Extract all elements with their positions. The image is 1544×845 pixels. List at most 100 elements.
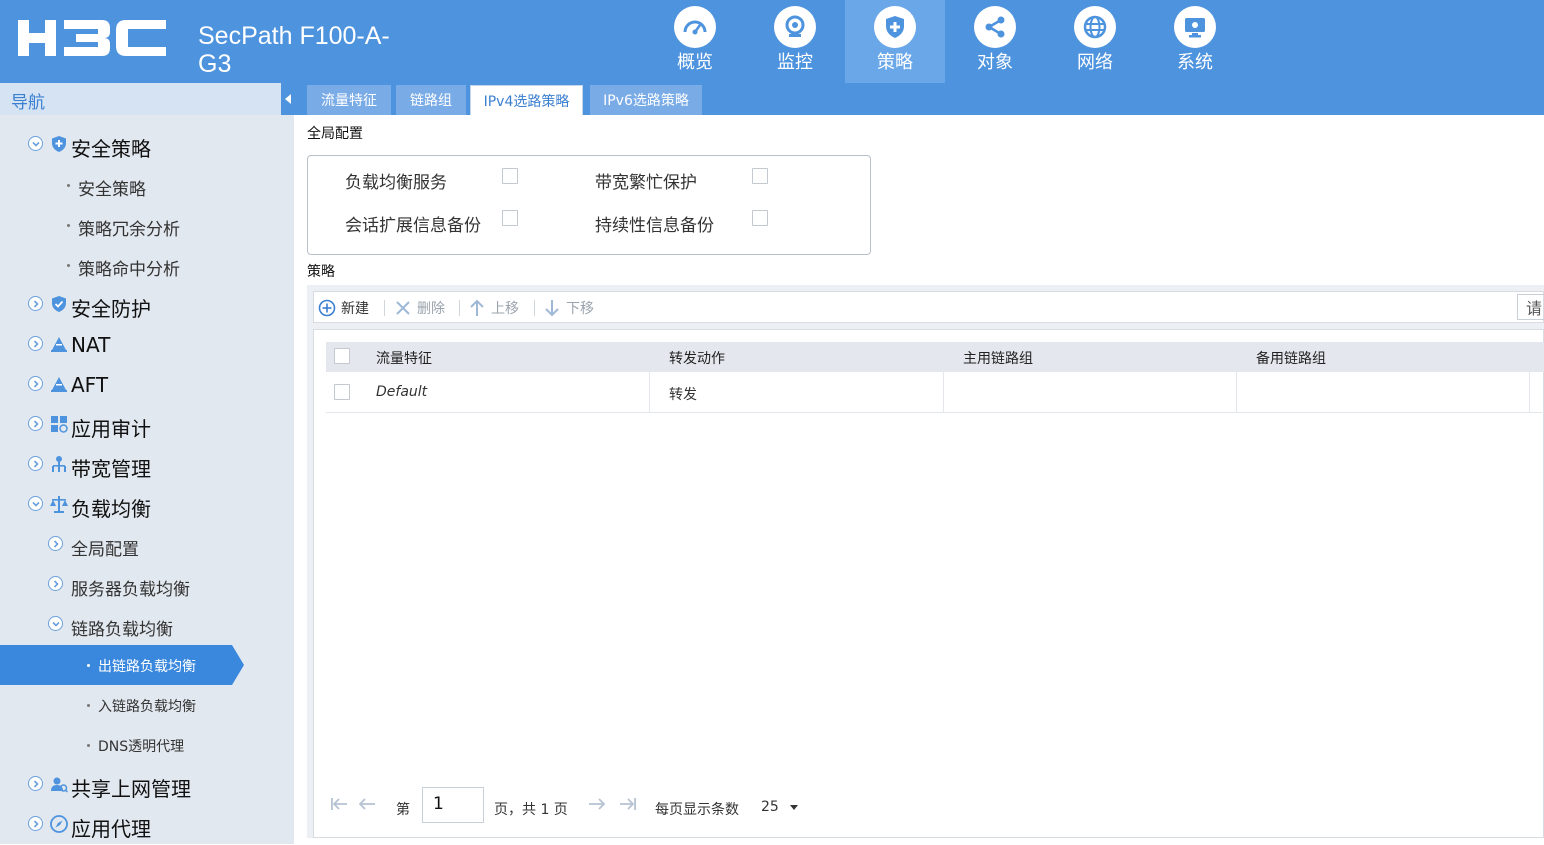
bullet-dot-icon — [87, 664, 90, 667]
sidebar-item-outbound-link-lb[interactable]: 出链路负载均衡 — [0, 645, 294, 685]
select-all-checkbox[interactable] — [334, 348, 350, 364]
sidebar-item-security-policy[interactable]: 安全策略 — [0, 165, 294, 205]
bullet-dot-icon — [67, 264, 70, 267]
top-nav-label: 对象 — [977, 52, 1013, 73]
sidebar-item-security-protection[interactable]: 安全防护 — [0, 285, 294, 325]
top-nav-monitor[interactable]: 监控 — [745, 0, 845, 83]
column-header-primary-link-group[interactable]: 主用链路组 — [963, 348, 1033, 368]
expand-toggle-icon[interactable] — [28, 456, 43, 471]
sidebar-item-application-audit[interactable]: 应用审计 — [0, 405, 294, 445]
last-page-icon[interactable] — [619, 797, 637, 811]
sidebar-item-label: 应用代理 — [71, 817, 151, 841]
shield-icon — [874, 6, 916, 48]
sidebar-item-label: 安全策略 — [71, 137, 151, 161]
sidebar-item-inbound-link-lb[interactable]: 入链路负载均衡 — [0, 685, 294, 725]
top-nav-label: 概览 — [677, 52, 713, 73]
top-nav-object[interactable]: 对象 — [945, 0, 1045, 83]
load-balancing-service-checkbox[interactable] — [502, 168, 518, 184]
sidebar-item-label: 安全策略 — [78, 180, 146, 200]
sidebar-collapse-button[interactable] — [281, 83, 294, 115]
top-nav-policy[interactable]: 策略 — [845, 0, 945, 83]
h3c-logo[interactable] — [18, 18, 168, 62]
tab-traffic-feature[interactable]: 流量特征 — [307, 85, 391, 115]
sidebar-item-label: 策略冗余分析 — [78, 220, 180, 240]
sidebar-item-aft[interactable]: AFT — [0, 365, 294, 405]
column-header-traffic-feature[interactable]: 流量特征 — [376, 348, 432, 368]
cell-traffic-feature: Default — [376, 384, 428, 400]
sidebar-title: 导航 — [11, 93, 45, 113]
persistence-backup-checkbox[interactable] — [752, 210, 768, 226]
move-up-button[interactable]: 上移 — [468, 298, 519, 318]
expand-toggle-icon[interactable] — [28, 296, 43, 311]
session-extension-backup-label: 会话扩展信息备份 — [345, 216, 481, 236]
tab-ipv6-routing-policy[interactable]: IPv6选路策略 — [590, 85, 702, 115]
expand-toggle-icon[interactable] — [28, 816, 43, 831]
tab-ipv4-routing-policy[interactable]: IPv4选路策略 — [470, 85, 583, 115]
sidebar-item-server-load-balancing[interactable]: 服务器负载均衡 — [0, 565, 294, 605]
expand-toggle-icon[interactable] — [28, 336, 43, 351]
top-nav-overview[interactable]: 概览 — [645, 0, 745, 83]
sidebar-header: 导航 — [0, 83, 294, 115]
expand-toggle-icon[interactable] — [48, 536, 63, 551]
expand-toggle-icon[interactable] — [48, 576, 63, 591]
chevron-left-icon — [284, 94, 291, 104]
caret-down-icon[interactable] — [790, 805, 798, 811]
sidebar-item-nat[interactable]: NAT — [0, 325, 294, 365]
sidebar-item-global-config[interactable]: 全局配置 — [0, 525, 294, 565]
collapse-toggle-icon[interactable] — [28, 136, 43, 151]
per-page-select[interactable]: 25 — [761, 799, 779, 815]
top-nav-system[interactable]: 系统 — [1145, 0, 1245, 83]
sidebar-item-shared-internet-management[interactable]: 共享上网管理 — [0, 765, 294, 805]
page-total-label: 页，共 1 页 — [494, 802, 568, 818]
search-input[interactable]: 请 — [1517, 294, 1544, 320]
bullet-dot-icon — [67, 184, 70, 187]
top-nav-label: 系统 — [1177, 52, 1213, 73]
global-config-box: 负载均衡服务 带宽繁忙保护 会话扩展信息备份 持续性信息备份 — [307, 155, 871, 255]
sidebar-item-label: 应用审计 — [71, 417, 151, 441]
collapse-toggle-icon[interactable] — [48, 616, 63, 631]
tab-link-group[interactable]: 链路组 — [396, 85, 466, 115]
move-down-button[interactable]: 下移 — [543, 298, 594, 318]
top-nav-network[interactable]: 网络 — [1045, 0, 1145, 83]
column-header-backup-link-group[interactable]: 备用链路组 — [1256, 348, 1326, 368]
sidebar-item-security-policy-group[interactable]: 安全策略 — [0, 125, 294, 165]
bandwidth-busy-protection-checkbox[interactable] — [752, 168, 768, 184]
new-button[interactable]: 新建 — [318, 298, 369, 318]
sidebar-item-dns-transparent-proxy[interactable]: DNS透明代理 — [0, 725, 294, 765]
delete-button-label: 删除 — [417, 301, 445, 317]
bullet-dot-icon — [67, 224, 70, 227]
previous-page-icon[interactable] — [358, 797, 376, 811]
toolbar-divider — [459, 300, 460, 316]
session-extension-backup-checkbox[interactable] — [502, 210, 518, 226]
expand-toggle-icon[interactable] — [28, 776, 43, 791]
expand-toggle-icon[interactable] — [28, 416, 43, 431]
policy-panel: 新建 删除 上移 下移 请 流量特征 转发动作 主用链路组 备用链路组 Defa… — [307, 285, 1544, 838]
network-translation-icon — [50, 335, 68, 353]
sidebar-item-label: 策略命中分析 — [78, 260, 180, 280]
delete-button[interactable]: 删除 — [394, 298, 445, 318]
main-content: 全局配置 负载均衡服务 带宽繁忙保护 会话扩展信息备份 持续性信息备份 策略 新… — [294, 115, 1544, 844]
table-row[interactable]: Default 转发 — [326, 372, 1544, 413]
share-nodes-icon — [974, 6, 1016, 48]
top-nav-label: 网络 — [1077, 52, 1113, 73]
sidebar-item-application-proxy[interactable]: 应用代理 — [0, 805, 294, 845]
collapse-toggle-icon[interactable] — [28, 496, 43, 511]
shield-icon — [50, 295, 68, 313]
column-divider — [649, 372, 650, 413]
sidebar-item-label: DNS透明代理 — [98, 739, 185, 755]
sidebar-item-policy-redundancy-analysis[interactable]: 策略冗余分析 — [0, 205, 294, 245]
sidebar-item-bandwidth-management[interactable]: 带宽管理 — [0, 445, 294, 485]
expand-toggle-icon[interactable] — [28, 376, 43, 391]
page-number-input[interactable]: 1 — [422, 787, 484, 823]
sidebar-item-policy-hit-analysis[interactable]: 策略命中分析 — [0, 245, 294, 285]
arrow-down-icon — [545, 300, 559, 317]
sidebar-item-link-load-balancing[interactable]: 链路负载均衡 — [0, 605, 294, 645]
first-page-icon[interactable] — [330, 797, 348, 811]
row-select-checkbox[interactable] — [334, 384, 350, 400]
sidebar-item-label: 链路负载均衡 — [71, 620, 173, 640]
sidebar-item-label: 共享上网管理 — [71, 777, 191, 801]
next-page-icon[interactable] — [588, 797, 606, 811]
sidebar-item-load-balancing[interactable]: 负载均衡 — [0, 485, 294, 525]
sidebar-item-label: 全局配置 — [71, 540, 139, 560]
column-header-forward-action[interactable]: 转发动作 — [669, 348, 725, 368]
